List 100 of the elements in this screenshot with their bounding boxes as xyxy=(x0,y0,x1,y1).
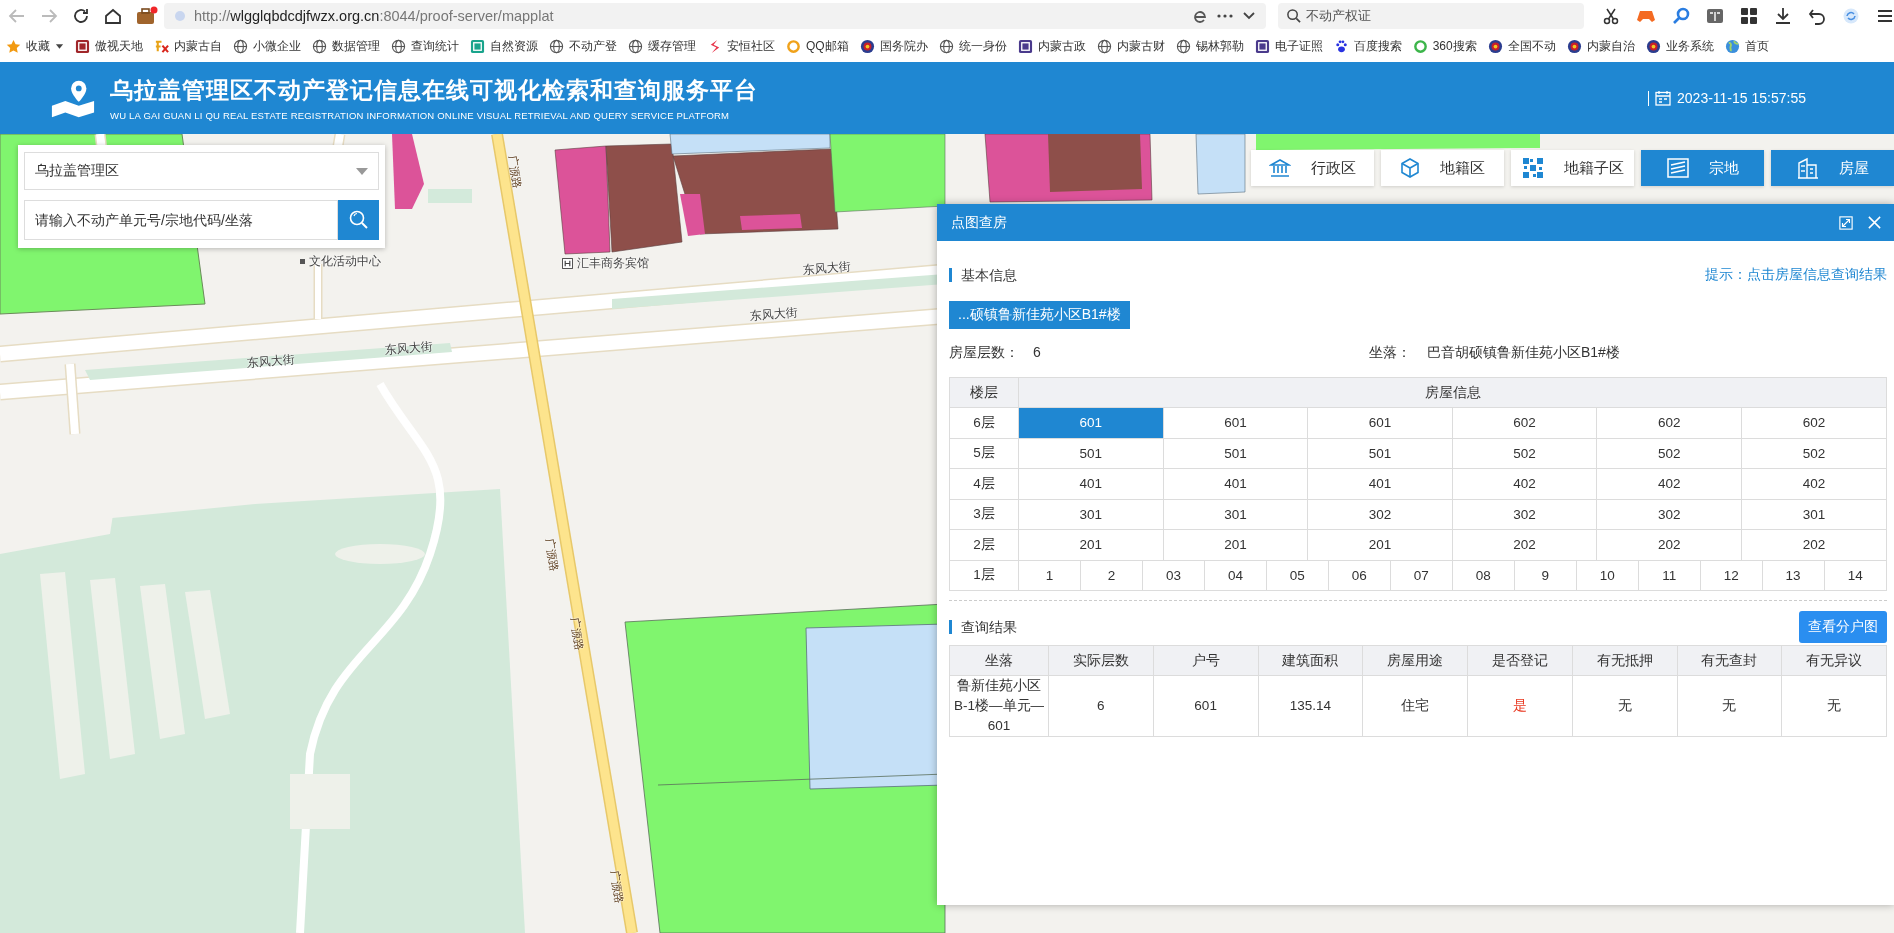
bookmark-link[interactable]: 360搜索 xyxy=(1412,38,1477,55)
bookmark-link[interactable]: 统一身份 xyxy=(938,38,1007,55)
layer-toggle-button[interactable]: 宗地 xyxy=(1641,150,1764,186)
unit-cell[interactable]: 12 xyxy=(1700,560,1763,591)
bookmark-link[interactable]: 百度搜索 xyxy=(1333,38,1402,55)
unit-cell[interactable]: 14 xyxy=(1824,560,1887,591)
bookmark-link[interactable]: QQ邮箱 xyxy=(786,38,849,55)
bookmark-link[interactable]: 自然资源 xyxy=(470,38,538,55)
unit-cell[interactable]: 301 xyxy=(1018,499,1164,530)
building-tab[interactable]: ...硕镇鲁新佳苑小区B1#楼 xyxy=(949,301,1130,329)
unit-cell[interactable]: 13 xyxy=(1762,560,1825,591)
unit-cell[interactable]: 502 xyxy=(1452,438,1597,469)
layer-toggle-button[interactable]: 行政区 xyxy=(1251,150,1374,186)
district-select[interactable]: 乌拉盖管理区 xyxy=(24,152,379,190)
magnifier-icon[interactable] xyxy=(1672,6,1690,25)
more-icon[interactable] xyxy=(1216,12,1234,19)
section-heading: 查询结果 xyxy=(949,620,1017,634)
unit-cell[interactable]: 301 xyxy=(1163,499,1308,530)
column-header: 有无抵押 xyxy=(1572,645,1677,676)
unit-cell[interactable]: 03 xyxy=(1142,560,1205,591)
unit-cell[interactable]: 1 xyxy=(1018,560,1081,591)
grid-icon[interactable] xyxy=(1740,6,1758,25)
bookmark-link[interactable]: 全国不动 xyxy=(1487,38,1556,55)
unit-cell[interactable]: 202 xyxy=(1596,529,1742,560)
bookmark-link[interactable]: 查询统计 xyxy=(391,38,459,55)
unit-cell[interactable]: 601 xyxy=(1307,407,1453,438)
unit-cell[interactable]: 06 xyxy=(1328,560,1391,591)
layer-toggle-button[interactable]: 地籍区 xyxy=(1381,150,1504,186)
unit-cell[interactable]: 202 xyxy=(1452,529,1597,560)
bookmark-link[interactable]: 内蒙古财 xyxy=(1096,38,1165,55)
unit-cell[interactable]: 502 xyxy=(1596,438,1742,469)
bookmark-link[interactable]: 锡林郭勒 xyxy=(1175,38,1244,55)
bookmark-link[interactable]: 内蒙自治 xyxy=(1566,38,1635,55)
unit-cell[interactable]: 201 xyxy=(1307,529,1453,560)
bookmark-link[interactable]: 数据管理 xyxy=(312,38,380,55)
unit-cell[interactable]: 08 xyxy=(1452,560,1515,591)
bookmark-link[interactable]: 不动产登 xyxy=(549,38,617,55)
unit-cell[interactable]: 501 xyxy=(1307,438,1453,469)
bookmark-link[interactable]: 缓存管理 xyxy=(628,38,696,55)
scissors-icon[interactable] xyxy=(1602,6,1620,25)
bookmark-link[interactable]: 业务系统 xyxy=(1645,38,1714,55)
unit-cell[interactable]: 202 xyxy=(1741,529,1887,560)
browser-search-field[interactable]: 不动产权证 xyxy=(1278,2,1584,29)
unit-cell[interactable]: 401 xyxy=(1307,468,1453,499)
briefcase-icon[interactable] xyxy=(136,5,158,26)
bookmark-link[interactable]: 内蒙古自 xyxy=(154,38,222,55)
sync-icon[interactable] xyxy=(1842,6,1860,25)
unit-cell[interactable]: 04 xyxy=(1204,560,1267,591)
unit-cell[interactable]: 602 xyxy=(1596,407,1742,438)
paw-icon xyxy=(1333,39,1349,54)
unit-cell[interactable]: 201 xyxy=(1018,529,1164,560)
unit-cell[interactable]: 602 xyxy=(1452,407,1597,438)
globe-icon xyxy=(1175,39,1191,54)
unit-cell[interactable]: 301 xyxy=(1741,499,1887,530)
unit-cell[interactable]: 201 xyxy=(1163,529,1308,560)
unit-cell[interactable]: 401 xyxy=(1163,468,1308,499)
unit-cell[interactable]: 05 xyxy=(1266,560,1329,591)
bookmark-link[interactable]: 收藏 xyxy=(6,38,64,55)
maximize-icon[interactable] xyxy=(1839,215,1853,230)
bookmark-link[interactable]: 傲视天地 xyxy=(75,38,143,55)
search-field[interactable]: 请输入不动产单元号/宗地代码/坐落 xyxy=(24,200,338,240)
column-header: 户号 xyxy=(1153,645,1258,676)
unit-cell[interactable]: 501 xyxy=(1163,438,1308,469)
unit-cell[interactable]: 401 xyxy=(1018,468,1164,499)
unit-cell[interactable]: 501 xyxy=(1018,438,1164,469)
unit-cell[interactable]: 9 xyxy=(1514,560,1577,591)
home-icon[interactable] xyxy=(104,6,122,25)
table-cell: 6 xyxy=(1048,675,1154,737)
bookmark-link[interactable]: 安恒社区 xyxy=(707,38,775,55)
tile-icon xyxy=(470,39,485,54)
unit-cell[interactable]: 2 xyxy=(1080,560,1143,591)
bookmark-link[interactable]: 小微企业 xyxy=(233,38,301,55)
unit-cell[interactable]: 10 xyxy=(1576,560,1639,591)
reload-icon[interactable] xyxy=(72,6,90,25)
unit-cell[interactable]: 601 xyxy=(1163,407,1308,438)
unit-cell[interactable]: 07 xyxy=(1390,560,1453,591)
unit-cell[interactable]: 402 xyxy=(1596,468,1742,499)
download-icon[interactable] xyxy=(1774,6,1792,25)
unit-cell[interactable]: 402 xyxy=(1452,468,1597,499)
unit-cell[interactable]: 602 xyxy=(1741,407,1887,438)
layer-toggle-button[interactable]: 房屋 xyxy=(1771,150,1894,186)
caret-icon[interactable] xyxy=(1242,10,1256,21)
bookmark-link[interactable]: 首页 xyxy=(1724,38,1769,55)
table-cell: 无 xyxy=(1572,675,1677,737)
unit-cell[interactable]: 402 xyxy=(1741,468,1887,499)
globe-icon xyxy=(628,39,643,54)
bookmark-link[interactable]: 内蒙古政 xyxy=(1017,38,1086,55)
unit-cell[interactable]: 601 xyxy=(1018,407,1164,438)
search-button[interactable] xyxy=(338,200,379,240)
unit-cell[interactable]: 302 xyxy=(1307,499,1453,530)
layer-toggle-button[interactable]: 地籍子区 xyxy=(1511,150,1634,186)
close-icon[interactable] xyxy=(1867,215,1882,230)
unit-cell[interactable]: 302 xyxy=(1596,499,1742,530)
address-field[interactable]: http://wlgglqbdcdjfwzx.org.cn:8044/proof-server/mapplat xyxy=(164,2,1266,29)
bookmark-link[interactable]: 电子证照 xyxy=(1254,38,1323,55)
unit-cell[interactable]: 502 xyxy=(1741,438,1887,469)
bookmark-link[interactable]: 国务院办 xyxy=(859,38,928,55)
unit-cell[interactable]: 11 xyxy=(1638,560,1701,591)
book-icon[interactable] xyxy=(1706,6,1724,25)
unit-cell[interactable]: 302 xyxy=(1452,499,1597,530)
